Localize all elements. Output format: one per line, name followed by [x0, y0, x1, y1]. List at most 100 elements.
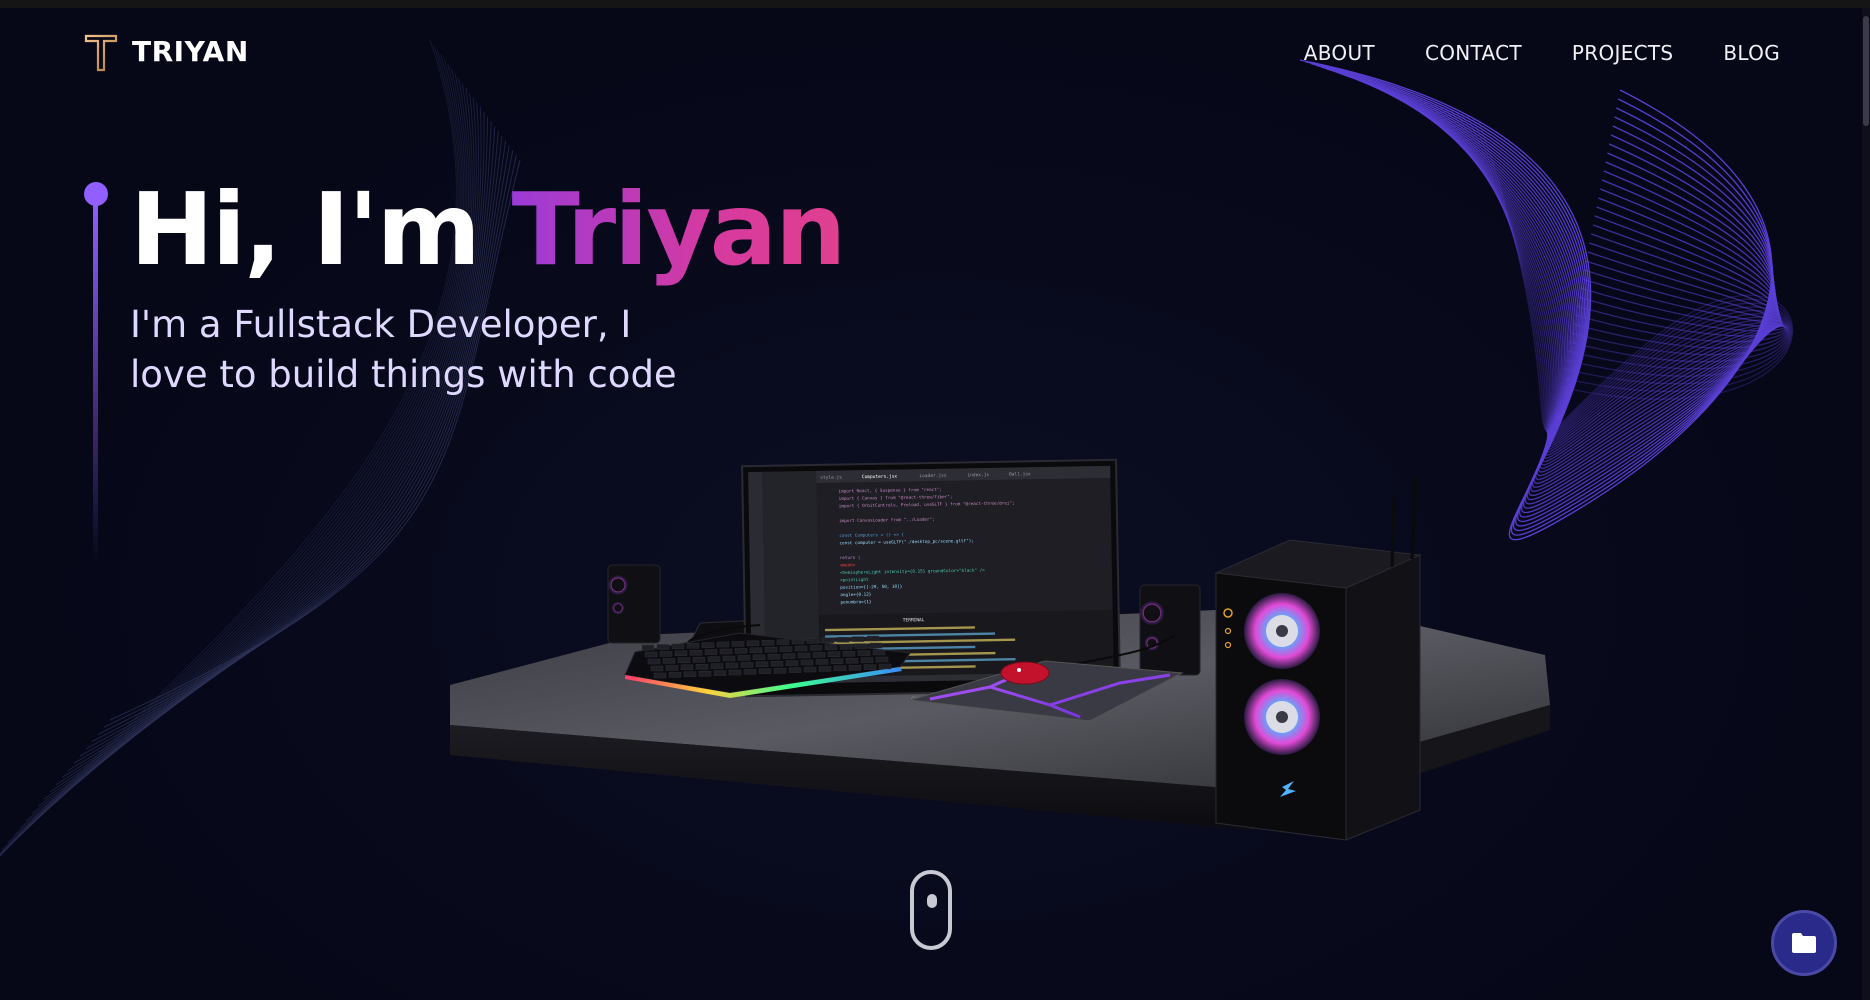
- keyboard-key: [641, 644, 655, 651]
- portfolio-page: TRIYAN ABOUT CONTACT PROJECTS BLOG Hi, I…: [0, 0, 1870, 1000]
- keyboard-key: [863, 664, 877, 670]
- hero-accent-bar: [93, 202, 98, 562]
- nav-about-link[interactable]: ABOUT: [1304, 41, 1375, 65]
- keyboard-key: [659, 651, 673, 657]
- keyboard-key: [830, 658, 844, 665]
- keyboard-key: [749, 647, 763, 654]
- keyboard-key: [755, 661, 769, 668]
- keyboard-key: [764, 646, 778, 653]
- folder-icon: [1792, 933, 1816, 953]
- floating-folder-button[interactable]: [1771, 910, 1837, 976]
- keyboard-key: [674, 650, 688, 657]
- terminal-tab-label: TERMINAL: [903, 617, 925, 623]
- hero-title: Hi, I'm Triyan: [130, 170, 846, 290]
- brand-name: TRIYAN: [132, 34, 249, 68]
- keyboard-key: [773, 667, 787, 674]
- keyboard-key: [695, 663, 709, 670]
- mouse-scroll-icon: [927, 894, 937, 908]
- keyboard-key: [722, 655, 736, 662]
- keyboard-key: [818, 666, 832, 672]
- keyboard-key: [851, 636, 865, 642]
- keyboard-key: [719, 648, 733, 655]
- keyboard-key: [824, 644, 838, 651]
- keyboard-key: [704, 649, 718, 655]
- nav-contact-link[interactable]: CONTACT: [1425, 41, 1522, 65]
- keyboard-key: [794, 645, 808, 652]
- desk-setup-3d-canvas[interactable]: style.js Computers.jsx Loader.jsx index.js B…: [430, 455, 1570, 945]
- brand-logo-link[interactable]: TRIYAN: [84, 30, 249, 72]
- page-scrollbar[interactable]: [1862, 8, 1870, 1000]
- hero-accent-line: [84, 182, 108, 562]
- keyboard-key: [662, 658, 676, 664]
- keyboard-key: [827, 651, 841, 658]
- mouse: [1000, 661, 1050, 685]
- editor-tab: Computers.jsx: [862, 474, 898, 481]
- keyboard-key: [668, 672, 682, 678]
- keyboard-key: [698, 670, 712, 677]
- keyboard-key: [647, 658, 661, 665]
- nav-links: ABOUT CONTACT PROJECTS BLOG: [1304, 41, 1780, 65]
- keyboard-key: [650, 665, 664, 672]
- keyboard-key: [866, 635, 880, 642]
- keyboard-key: [845, 657, 859, 664]
- editor-tab: Ball.jsx: [1009, 471, 1031, 477]
- hero-greeting: Hi, I'm: [130, 171, 512, 288]
- keyboard-key: [821, 637, 835, 644]
- keyboard-key: [737, 655, 751, 661]
- keyboard-key: [671, 643, 685, 650]
- scroll-down-indicator[interactable]: [910, 870, 952, 950]
- page-scrollbar-thumb[interactable]: [1863, 16, 1869, 126]
- keyboard-key: [860, 657, 874, 663]
- keyboard-key: [686, 642, 700, 649]
- hero-subtitle-line-1: I'm a Fullstack Developer, I: [130, 303, 632, 346]
- keyboard-key: [779, 646, 793, 652]
- pc-fan-top: [1244, 593, 1320, 669]
- keyboard-key: [692, 656, 706, 663]
- keyboard-key: [710, 663, 724, 669]
- keyboard-key: [878, 663, 892, 670]
- keyboard-key: [872, 649, 886, 656]
- top-navbar: TRIYAN ABOUT CONTACT PROJECTS BLOG: [0, 8, 1870, 98]
- pc-tower-side: [1345, 554, 1421, 841]
- code-line: angle={0.12}: [840, 592, 872, 599]
- keyboard-key: [806, 638, 820, 644]
- keyboard-key: [689, 649, 703, 656]
- keyboard-key: [833, 665, 847, 672]
- keyboard-key: [791, 638, 805, 645]
- pc-fan-bottom: [1244, 679, 1320, 755]
- keyboard-key: [677, 657, 691, 664]
- keyboard-key: [740, 662, 754, 668]
- editor-tab: Loader.jsx: [919, 473, 946, 479]
- triyan-logo-icon: [84, 31, 118, 72]
- keyboard-key: [716, 641, 730, 648]
- keyboard-key: [767, 653, 781, 660]
- keyboard-key: [797, 652, 811, 659]
- keyboard-key: [653, 672, 667, 679]
- keyboard-key: [788, 667, 802, 673]
- code-line: position={[-20, 50, 10]}: [840, 584, 903, 591]
- keyboard-key: [842, 650, 856, 657]
- code-line: const Computers = () => {: [839, 532, 904, 539]
- keyboard-key: [800, 659, 814, 666]
- hero-subtitle: I'm a Fullstack Developer, I love to bui…: [130, 300, 750, 400]
- keyboard-key: [782, 653, 796, 659]
- code-line: <pointLight: [840, 577, 869, 584]
- keyboard-key: [731, 641, 745, 647]
- nav-projects-link[interactable]: PROJECTS: [1572, 41, 1674, 65]
- keyboard-key: [803, 666, 817, 673]
- keyboard-key: [680, 664, 694, 671]
- keyboard-key: [746, 640, 760, 647]
- keyboard-key: [656, 644, 670, 650]
- nav-blog-link[interactable]: BLOG: [1723, 41, 1780, 65]
- keyboard-key: [644, 651, 658, 658]
- keyboard-key: [665, 665, 679, 671]
- keyboard-key: [752, 654, 766, 661]
- keyboard-key: [770, 660, 784, 667]
- keyboard-key: [725, 662, 739, 669]
- keyboard-key: [809, 645, 823, 651]
- keyboard-key: [815, 659, 829, 665]
- keyboard-key: [776, 639, 790, 645]
- keyboard-key: [701, 642, 715, 648]
- keyboard-key: [785, 660, 799, 666]
- code-line: penumbra={1}: [840, 599, 872, 606]
